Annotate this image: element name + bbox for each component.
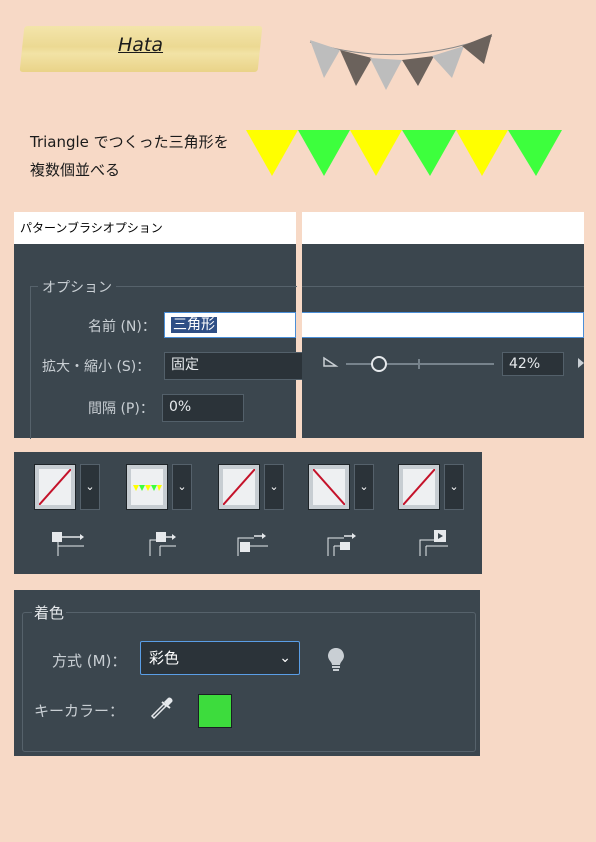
triangle-4 <box>402 130 456 176</box>
bunting-flag-4 <box>402 56 434 86</box>
bunting-decoration <box>309 34 493 90</box>
end-tile-icon <box>419 530 448 556</box>
method-label: 方式 (M)： <box>52 652 127 670</box>
colorize-group-border <box>22 612 476 752</box>
pattern-brush-dialog: パターンブラシオプション オプション 名前 (N)： 三角形 拡大・縮小 (S)… <box>14 212 304 439</box>
scale-slider-icon <box>323 356 339 367</box>
name-label: 名前 (N)： <box>88 319 156 335</box>
scale-slider-thumb[interactable] <box>371 356 387 372</box>
colorize-heading: 着色 <box>32 602 67 623</box>
scale-slider-track[interactable] <box>346 363 494 365</box>
triangle-2 <box>298 130 350 176</box>
inner-corner-tile-icon <box>237 533 268 556</box>
options-group-border-right <box>302 286 584 287</box>
triangle-1 <box>246 130 298 176</box>
bunting-flag-2 <box>340 50 372 86</box>
scale-label: 拡大・縮小 (S)： <box>42 359 151 375</box>
page-title: Hata <box>118 34 164 56</box>
name-input[interactable]: 三角形 <box>164 312 296 338</box>
name-input-value: 三角形 <box>171 317 217 333</box>
method-dropdown-value: 彩色 <box>149 649 180 667</box>
description-line-2: 複数個並べる <box>30 161 121 179</box>
bunting-flag-3 <box>370 58 402 90</box>
tile-panel: ⌄ ⌄ ⌄ ⌄ ⌄ <box>14 452 482 574</box>
side-tile-icon <box>52 532 84 556</box>
lightbulb-icon[interactable] <box>326 646 346 672</box>
scale-percent-input[interactable]: 42% <box>502 352 564 376</box>
spacing-label: 間隔 (P)： <box>88 401 154 417</box>
scale-slider-tick <box>418 359 420 369</box>
chevron-down-icon[interactable]: ⌄ <box>80 464 100 510</box>
spacing-input[interactable]: 0% <box>162 394 244 422</box>
colorize-panel: 着色 方式 (M)： 彩色 ⌄ キーカラー： <box>14 590 480 756</box>
key-color-label: キーカラー： <box>34 702 125 720</box>
key-color-swatch[interactable] <box>198 694 232 728</box>
end-tile-swatch[interactable] <box>398 464 440 510</box>
triangle-6 <box>508 130 562 176</box>
chevron-down-icon[interactable]: ⌄ <box>172 464 192 510</box>
options-legend: オプション <box>38 277 116 297</box>
inner-corner-tile-swatch[interactable] <box>218 464 260 510</box>
dialog-title: パターンブラシオプション <box>14 212 296 244</box>
pattern-brush-dialog-right: 42% <box>302 212 584 438</box>
start-tile-icon <box>327 533 356 556</box>
scale-arrow-icon[interactable] <box>578 358 584 368</box>
bunting-flag-6 <box>462 34 492 64</box>
scale-select[interactable]: 固定 <box>164 352 304 380</box>
triangle-row <box>246 130 562 176</box>
method-dropdown[interactable]: 彩色 ⌄ <box>140 641 300 675</box>
outer-corner-tile-icon <box>149 532 176 556</box>
description: Triangle でつくった三角形を 複数個並べる <box>30 128 229 184</box>
eyedropper-icon[interactable] <box>148 694 176 722</box>
chevron-down-icon[interactable]: ⌄ <box>264 464 284 510</box>
chevron-down-icon[interactable]: ⌄ <box>354 464 374 510</box>
chevron-down-icon[interactable]: ⌄ <box>444 464 464 510</box>
chevron-down-icon: ⌄ <box>279 650 291 666</box>
side-tile-swatch[interactable] <box>34 464 76 510</box>
name-input-extension[interactable] <box>302 312 584 338</box>
triangle-5 <box>456 130 508 176</box>
outer-corner-tile-swatch[interactable] <box>126 464 168 510</box>
description-line-1: Triangle でつくった三角形を <box>30 133 229 151</box>
bunting-flag-1 <box>310 40 340 78</box>
triangle-3 <box>350 130 402 176</box>
dialog-title-bar-right <box>302 212 584 244</box>
start-tile-swatch[interactable] <box>308 464 350 510</box>
